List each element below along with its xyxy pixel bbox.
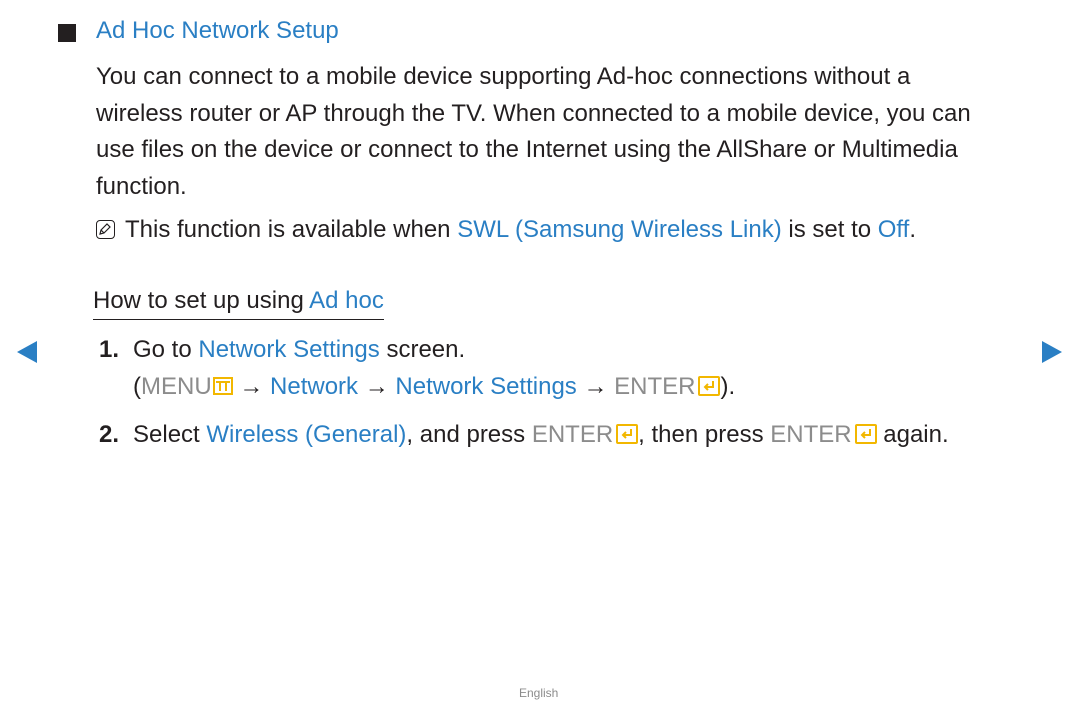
note-text: is set to [781, 216, 878, 243]
description-line: function. [96, 172, 187, 200]
enter-key: ENTER [531, 421, 614, 448]
section-description: You can connect to a mobile device suppo… [96, 59, 1036, 205]
menu-key: MENU [141, 373, 212, 400]
menu-icon [212, 377, 233, 395]
enter-icon [698, 376, 721, 396]
note-text: . [909, 216, 917, 243]
path-arrow: → [232, 373, 271, 400]
howto-highlight: Ad hoc [309, 287, 384, 314]
network-settings-term: Network Settings [198, 336, 380, 363]
description-line: You can connect to a mobile device suppo… [96, 63, 911, 90]
network-settings-term: Network Settings [395, 373, 577, 400]
footer-language: English [519, 686, 559, 700]
path-arrow: → [358, 373, 396, 400]
step-number: 1. [99, 336, 120, 363]
note-text: This function is available when [125, 216, 458, 243]
step-2: 2. Select Wireless (General), and press E… [99, 421, 949, 449]
off-term: Off [877, 216, 910, 243]
section-bullet-icon [58, 24, 76, 42]
step-text: , then press [638, 421, 771, 448]
enter-key: ENTER [614, 373, 696, 400]
step-text: screen. [379, 336, 466, 363]
howto-prefix: How to set up using [93, 287, 310, 314]
step-number: 2. [99, 421, 120, 448]
network-term: Network [270, 373, 359, 400]
path-arrow: → [576, 373, 615, 400]
enter-key: ENTER [770, 421, 852, 448]
description-line: wireless router or AP through the TV. Wh… [96, 99, 971, 127]
enter-icon [854, 424, 877, 444]
previous-page-arrow-icon[interactable] [17, 341, 37, 363]
note: This function is available when SWL (Sam… [96, 216, 916, 244]
enter-icon [616, 424, 639, 444]
step-text: , and press [406, 421, 532, 448]
step-1-path: (MENU → Network → Network Settings → ENT… [133, 373, 735, 401]
step-text: Go to [133, 336, 199, 363]
step-text: again. [876, 421, 949, 448]
step-text: Select [133, 421, 207, 448]
path-paren: ( [133, 373, 141, 400]
next-page-arrow-icon[interactable] [1042, 341, 1062, 363]
note-icon [96, 220, 115, 239]
howto-heading: How to set up using Ad hoc [93, 287, 384, 320]
wireless-general-term: Wireless (General) [206, 421, 407, 448]
swl-link-term: SWL (Samsung Wireless Link) [457, 216, 782, 243]
section-title: Ad Hoc Network Setup [96, 17, 339, 44]
description-line: use files on the device or connect to th… [96, 136, 958, 163]
step-1: 1. Go to Network Settings screen. [99, 336, 465, 364]
path-paren: ). [720, 373, 736, 400]
